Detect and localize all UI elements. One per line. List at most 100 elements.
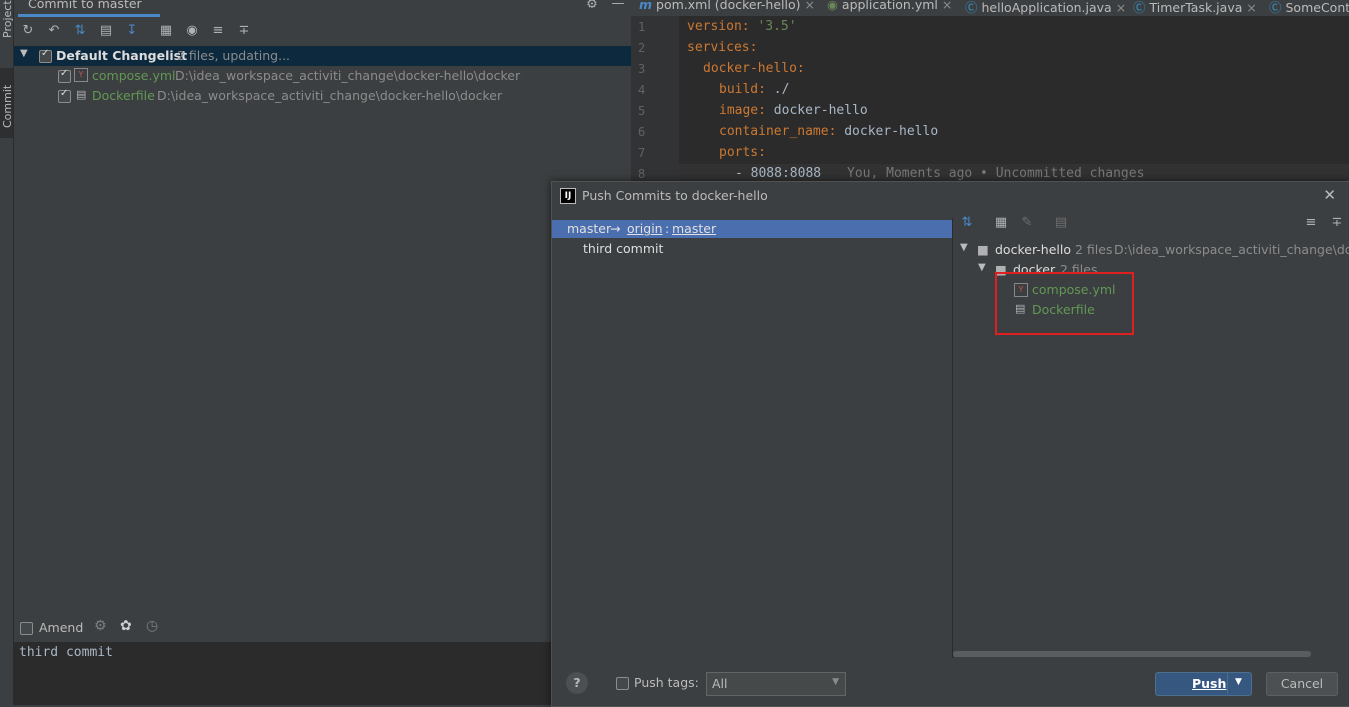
push-commits-dialog: IJ Push Commits to docker-hello ✕ master… (551, 181, 1349, 707)
dialog-title: Push Commits to docker-hello (582, 188, 768, 203)
module-file-count: 2 files (1075, 242, 1112, 257)
project-tool-tab[interactable]: Project (0, 0, 13, 60)
show-diff-icon[interactable]: ⇅ (72, 23, 88, 39)
remote-link[interactable]: origin (627, 221, 663, 236)
push-label: Push (1192, 676, 1226, 691)
arrow-icon: → (610, 221, 620, 236)
commits-pane: master → origin : master third commit (552, 218, 953, 658)
changelist-checkbox[interactable] (39, 50, 52, 63)
history-icon[interactable]: ◷ (146, 618, 158, 634)
branch-row[interactable]: master → origin : master (552, 220, 952, 238)
collapse-all-icon[interactable]: ∓ (236, 23, 252, 39)
chevron-down-icon[interactable]: ▼ (978, 262, 986, 273)
cancel-button[interactable]: Cancel (1266, 672, 1338, 696)
new-changelist-icon[interactable]: ▤ (98, 23, 114, 39)
tab-label: application.yml (842, 0, 938, 12)
text-file-icon: ▤ (76, 88, 86, 101)
view-options-icon[interactable]: ◉ (184, 23, 200, 39)
project-tab-label: Project (1, 0, 14, 38)
horizontal-scrollbar[interactable] (953, 651, 1311, 657)
yaml-file-icon: Y (74, 68, 88, 82)
close-icon[interactable]: × (805, 0, 815, 12)
chevron-down-icon[interactable]: ▼ (960, 242, 968, 253)
show-diff-icon[interactable]: ⇅ (959, 215, 975, 231)
tab-application-yml[interactable]: ◉ application.yml × (827, 0, 952, 12)
amend-label: Amend (39, 620, 83, 635)
push-tags-checkbox[interactable] (616, 677, 629, 690)
shelve-icon[interactable]: ↧ (124, 23, 140, 39)
red-highlight-box (995, 272, 1134, 335)
expand-all-icon[interactable]: ≡ (210, 23, 226, 39)
code-line[interactable]: build: ./ (719, 82, 789, 97)
chevron-down-icon: ▼ (1235, 677, 1242, 687)
code-line[interactable]: ports: (719, 145, 766, 160)
code-line[interactable]: services: (687, 40, 757, 55)
file-checkbox[interactable] (58, 90, 71, 103)
code-line[interactable]: docker-hello: (703, 61, 805, 76)
tab-hello-application[interactable]: Ⓒ helloApplication.java× (965, 0, 1126, 16)
class-icon: Ⓒ (965, 0, 978, 15)
line-number: 5 (638, 104, 645, 118)
changelist-row[interactable]: ▼ Default Changelist 2 files, updating..… (14, 46, 631, 66)
line-number: 1 (638, 20, 645, 34)
push-options-dropdown[interactable]: ▼ (1227, 672, 1252, 694)
tab-some-cont[interactable]: Ⓒ SomeCont (1269, 0, 1349, 16)
tags-select[interactable]: All ▼ (706, 672, 846, 696)
spring-leaf-icon: ◉ (827, 0, 838, 12)
refresh-icon[interactable]: ↻ (20, 23, 36, 39)
commit-toolbar: ↻ ↶ ⇅ ▤ ↧ ▦ ◉ ≡ ∓ (14, 20, 631, 44)
chevron-down-icon[interactable]: ▼ (20, 48, 28, 59)
amend-bar: Amend ⚙ ✿ ◷ (14, 617, 631, 641)
close-icon[interactable]: × (942, 0, 952, 12)
tab-timer-task[interactable]: Ⓒ TimerTask.java× (1133, 0, 1257, 16)
commit-tab-label: Commit (1, 85, 14, 128)
file-name: compose.yml (92, 68, 176, 83)
commit-panel-title[interactable]: Commit to master (28, 0, 142, 11)
list-item[interactable]: ▤ Dockerfile D:\idea_workspace_activiti_… (14, 86, 631, 106)
commit-message-field[interactable]: third commit (14, 642, 631, 705)
module-path: D:\idea_workspace_activiti_change\docke (1114, 242, 1349, 257)
files-toolbar: ⇅ ▦ ✎ ▤ ≡ ∓ (953, 210, 1349, 236)
file-path: D:\idea_workspace_activiti_change\docker… (157, 88, 502, 103)
changelist-name: Default Changelist (56, 48, 187, 63)
commit-panel-header: Commit to master ⚙ — (14, 0, 631, 18)
collapse-all-icon[interactable]: ∓ (1329, 215, 1345, 231)
list-item[interactable]: Y compose.yml D:\idea_workspace_activiti… (14, 66, 631, 86)
gear-icon[interactable]: ⚙ (584, 0, 600, 13)
code-line[interactable]: container_name: docker-hello (719, 124, 938, 139)
help-button[interactable]: ? (566, 672, 588, 694)
close-icon[interactable]: × (1246, 0, 1256, 15)
dialog-footer: ? Push tags: All ▼ Push ▼ Cancel (552, 658, 1349, 706)
group-by-icon[interactable]: ▦ (158, 23, 174, 39)
code-line[interactable]: version: '3.5' (687, 19, 797, 34)
tree-root-row[interactable]: ▼ ■ docker-hello 2 files D:\idea_workspa… (953, 240, 1349, 260)
rollback-icon[interactable]: ↶ (46, 23, 62, 39)
push-tags-label: Push tags: (634, 675, 699, 690)
tab-label: SomeCont (1286, 0, 1349, 15)
local-branch: master (567, 221, 611, 236)
close-icon[interactable]: × (1116, 0, 1126, 15)
commit-item[interactable]: third commit (583, 241, 663, 256)
code-line[interactable]: - 8088:8088 (735, 166, 821, 181)
file-name: Dockerfile (92, 88, 155, 103)
amend-checkbox[interactable] (20, 622, 33, 635)
commit-panel: Commit to master ⚙ — ↻ ↶ ⇅ ▤ ↧ ▦ ◉ ≡ ∓ ▼… (14, 0, 631, 705)
code-line[interactable]: image: docker-hello (719, 103, 868, 118)
commit-message-text: third commit (19, 645, 113, 660)
gear-icon[interactable]: ⚙ (94, 618, 107, 634)
edit-icon[interactable]: ✎ (1019, 215, 1035, 231)
tool-window-strip: Project Commit (0, 0, 14, 705)
active-tab-underline (18, 14, 160, 17)
remote-branch-link[interactable]: master (672, 221, 716, 236)
tags-selected-value: All (712, 676, 728, 691)
preview-icon[interactable]: ▤ (1053, 215, 1069, 231)
group-by-icon[interactable]: ▦ (993, 215, 1009, 231)
tab-pom-xml[interactable]: m pom.xml (docker-hello)× (639, 0, 815, 12)
commit-options-icon[interactable]: ✿ (120, 618, 132, 634)
file-checkbox[interactable] (58, 70, 71, 83)
minimize-icon[interactable]: — (610, 0, 626, 12)
expand-all-icon[interactable]: ≡ (1303, 215, 1319, 231)
commit-tool-tab[interactable]: Commit (0, 68, 13, 138)
close-icon[interactable]: ✕ (1323, 186, 1336, 204)
intellij-logo-icon: IJ (560, 188, 576, 204)
